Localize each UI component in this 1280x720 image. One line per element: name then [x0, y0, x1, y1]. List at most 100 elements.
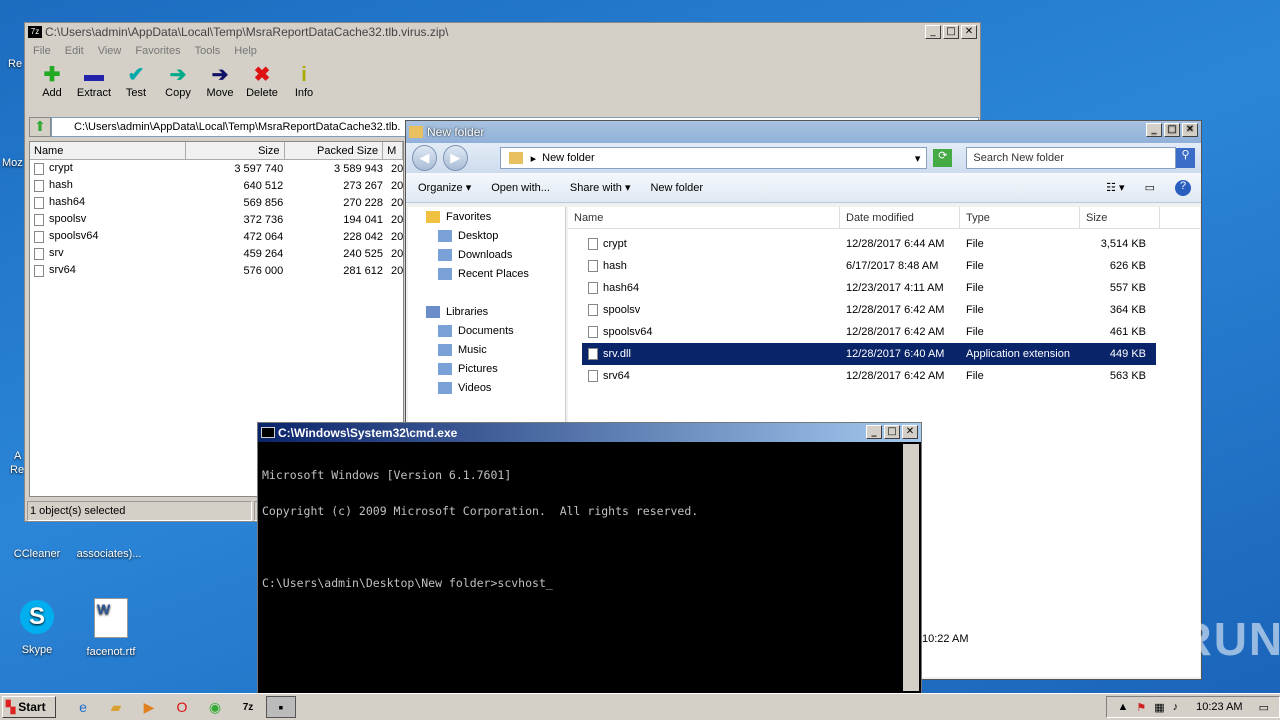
close-button[interactable]: ✕ [961, 25, 977, 39]
col-size[interactable]: Size [186, 142, 285, 159]
chrome-icon[interactable]: ◉ [200, 696, 230, 718]
col-date-modified[interactable]: Date modified [840, 207, 960, 228]
opera-icon[interactable]: O [167, 696, 197, 718]
maximize-button[interactable]: □ [1164, 123, 1180, 137]
table-row[interactable]: spoolsv64 472 064 228 042 20 [30, 228, 403, 245]
open-with-button[interactable]: Open with... [491, 182, 550, 194]
cmd-scrollbar[interactable] [903, 444, 919, 691]
table-row[interactable]: hash64 569 856 270 228 20 [30, 194, 403, 211]
table-row[interactable]: srv64 576 000 281 612 20 [30, 262, 403, 279]
minimize-button[interactable]: _ [925, 25, 941, 39]
copy-button[interactable]: ➔ Copy [157, 63, 199, 99]
file-row[interactable]: srv.dll 12/28/2017 6:40 AM Application e… [582, 343, 1156, 365]
menu-tools[interactable]: Tools [195, 45, 221, 57]
menu-view[interactable]: View [98, 45, 122, 57]
file-row[interactable]: spoolsv 12/28/2017 6:42 AM File 364 KB [582, 299, 1156, 321]
start-button[interactable]: ▚ Start [2, 696, 56, 718]
col-name[interactable]: Name [30, 142, 186, 159]
show-desktop-icon[interactable]: ▭ [1259, 701, 1269, 714]
nav-item[interactable]: Videos [408, 378, 565, 397]
maximize-button[interactable]: □ [943, 25, 959, 39]
col-name[interactable]: Name [568, 207, 840, 228]
file-row[interactable]: crypt 12/28/2017 6:44 AM File 3,514 KB [582, 233, 1156, 255]
folder-up-button[interactable]: ⬆ [29, 117, 51, 137]
table-row[interactable]: srv 459 264 240 525 20 [30, 245, 403, 262]
cmd-titlebar[interactable]: C:\Windows\System32\cmd.exe _ □ ✕ [258, 423, 921, 442]
clock[interactable]: 10:23 AM [1196, 701, 1242, 713]
close-button[interactable]: ✕ [902, 425, 918, 439]
explorer-title: New folder [427, 125, 485, 139]
console-output[interactable]: Microsoft Windows [Version 6.1.7601] Cop… [262, 445, 901, 613]
share-with-button[interactable]: Share with ▾ [570, 181, 631, 194]
table-row[interactable]: crypt 3 597 740 3 589 943 20 [30, 160, 403, 177]
test-button[interactable]: ✔ Test [115, 63, 157, 99]
maximize-button[interactable]: □ [884, 425, 900, 439]
info-button[interactable]: i Info [283, 63, 325, 99]
sevenzip-path-text: C:\Users\admin\AppData\Local\Temp\MsraRe… [74, 121, 401, 133]
nav-item[interactable]: Downloads [408, 245, 565, 264]
view-options-icon[interactable]: ☷ ▾ [1106, 181, 1124, 194]
search-icon[interactable]: ⚲ [1176, 148, 1195, 168]
desktop-icon-associates[interactable]: associates)... [74, 522, 144, 560]
tray-volume-icon[interactable]: ♪ [1173, 701, 1179, 713]
menu-favorites[interactable]: Favorites [135, 45, 180, 57]
col-modified[interactable]: M [383, 142, 403, 159]
sevenzip-titlebar[interactable]: 7z C:\Users\admin\AppData\Local\Temp\Msr… [25, 23, 980, 41]
col-size[interactable]: Size [1080, 207, 1160, 228]
ie-icon[interactable]: e [68, 696, 98, 718]
media-player-icon[interactable]: ▶ [134, 696, 164, 718]
desktop-icon-ccleaner[interactable]: CCleaner [2, 522, 72, 560]
add-button[interactable]: ✚ Add [31, 63, 73, 99]
menu-help[interactable]: Help [234, 45, 257, 57]
minimize-button[interactable]: _ [866, 425, 882, 439]
menu-file[interactable]: File [33, 45, 51, 57]
extract-button[interactable]: ▬ Extract [73, 63, 115, 99]
nav-item[interactable]: Music [408, 340, 565, 359]
explorer-titlebar[interactable]: New folder _ □ ✕ [406, 121, 1201, 143]
tray-flag-icon[interactable]: ⚑ [1136, 701, 1146, 714]
nav-item[interactable]: Recent Places [408, 264, 565, 283]
cmd-taskbar-icon[interactable]: ▪ [266, 696, 296, 718]
tray-network-icon[interactable]: ▦ [1154, 701, 1164, 714]
refresh-button[interactable]: ⟳ [933, 149, 953, 167]
col-packed-size[interactable]: Packed Size [285, 142, 384, 159]
new-folder-button[interactable]: New folder [650, 182, 703, 194]
nav-item[interactable]: Libraries [408, 302, 565, 321]
file-row[interactable]: hash64 12/23/2017 4:11 AM File 557 KB [582, 277, 1156, 299]
table-row[interactable]: spoolsv 372 736 194 041 20 [30, 211, 403, 228]
desktop-icon-skype[interactable]: S Skype [2, 600, 72, 656]
tray-arrow-icon[interactable]: ▲ [1117, 701, 1128, 713]
file-date: 12/28/2017 6:42 AM [846, 370, 945, 382]
back-button[interactable]: ◀ [412, 145, 437, 171]
file-row[interactable]: hash 6/17/2017 8:48 AM File 626 KB [582, 255, 1156, 277]
folder-icon [438, 267, 452, 280]
close-button[interactable]: ✕ [1182, 123, 1198, 137]
explorer-taskbar-icon[interactable]: ▰ [101, 696, 131, 718]
delete-button[interactable]: ✖ Delete [241, 63, 283, 99]
col-type[interactable]: Type [960, 207, 1080, 228]
sevenzip-taskbar-icon[interactable]: 7z [233, 696, 263, 718]
copy-icon: ➔ [169, 64, 187, 86]
nav-item[interactable]: Favorites [408, 207, 565, 226]
skype-icon: S [20, 600, 54, 634]
file-row[interactable]: spoolsv64 12/28/2017 6:42 AM File 461 KB [582, 321, 1156, 343]
menu-edit[interactable]: Edit [65, 45, 84, 57]
search-input[interactable]: Search New folder [966, 147, 1176, 169]
table-row[interactable]: hash 640 512 273 267 20 [30, 177, 403, 194]
breadcrumb[interactable]: ▸ New folder ▾ [499, 147, 928, 169]
file-row[interactable]: srv64 12/28/2017 6:42 AM File 563 KB [582, 365, 1156, 387]
file-name: hash64 [30, 196, 188, 209]
preview-pane-icon[interactable]: ▭ [1145, 181, 1155, 194]
desktop-icon-facenot[interactable]: W facenot.rtf [76, 598, 146, 658]
minimize-button[interactable]: _ [1146, 123, 1162, 137]
nav-item[interactable]: Desktop [408, 226, 565, 245]
file-type: File [966, 282, 984, 294]
move-button[interactable]: ➔ Move [199, 63, 241, 99]
organize-button[interactable]: Organize ▾ [418, 181, 471, 194]
nav-item[interactable]: Documents [408, 321, 565, 340]
info-label: Info [294, 87, 314, 99]
folder-icon [438, 362, 452, 375]
nav-item[interactable]: Pictures [408, 359, 565, 378]
help-icon[interactable]: ? [1175, 179, 1191, 196]
forward-button[interactable]: ▶ [442, 145, 468, 171]
